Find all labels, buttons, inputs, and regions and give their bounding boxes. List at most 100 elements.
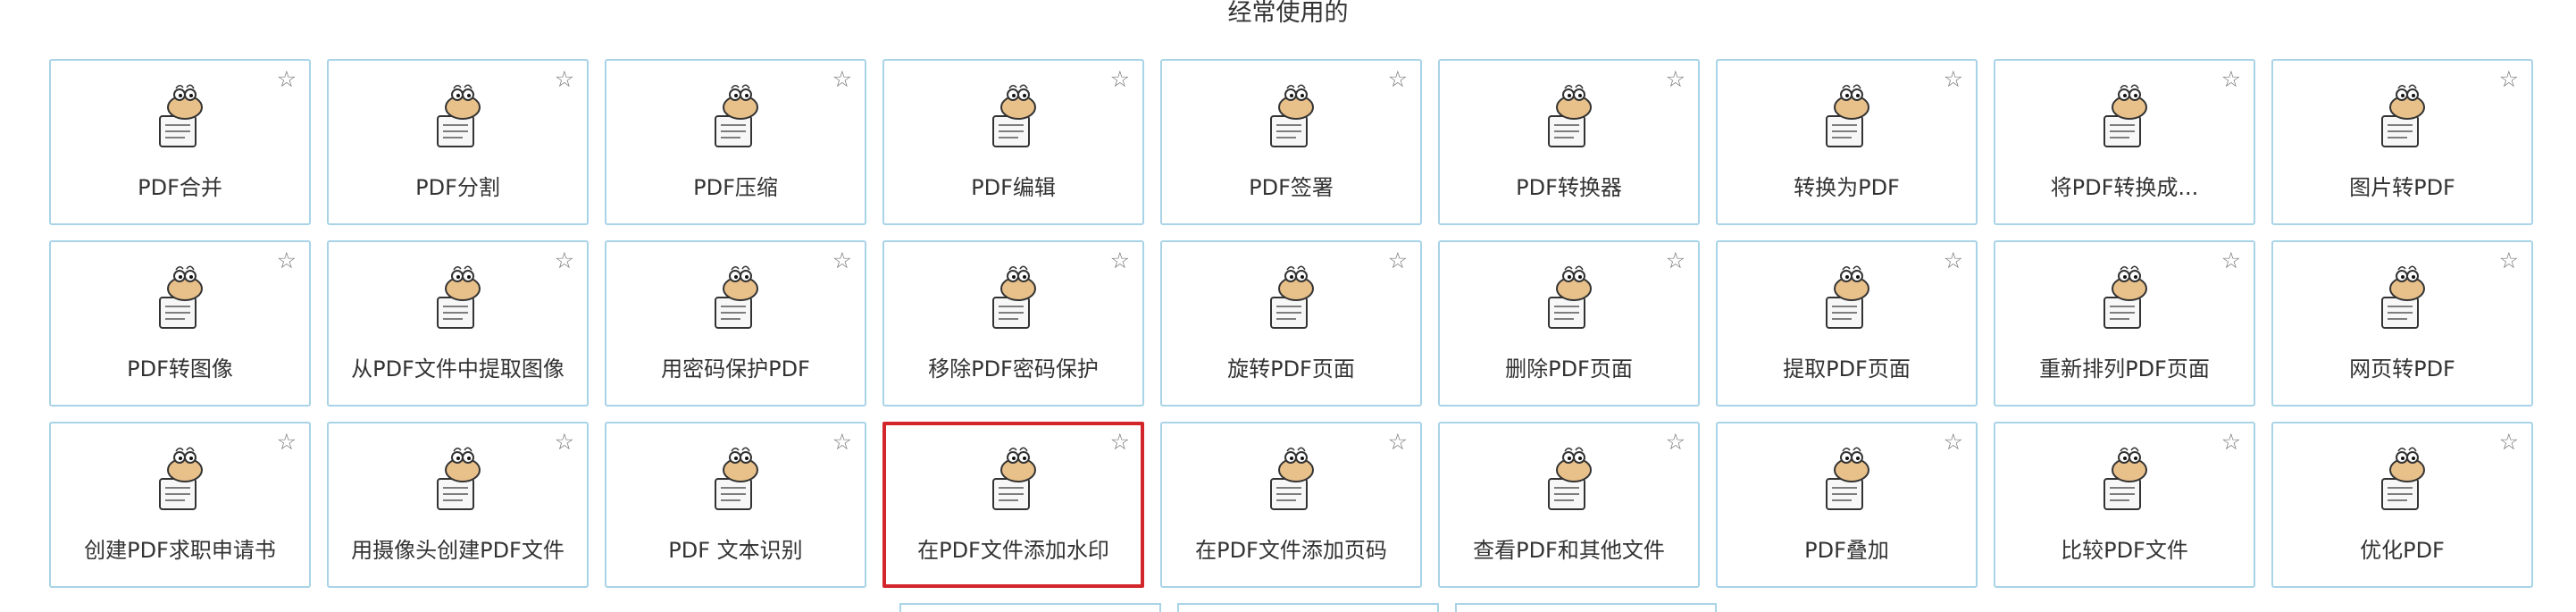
tool-tile[interactable]: ☆ 图片转PDF (2271, 59, 2533, 225)
favorite-star-icon[interactable]: ☆ (1110, 68, 1130, 90)
tool-tile[interactable]: ☆ PDF转换器 (1438, 59, 1700, 225)
favorite-star-icon[interactable]: ☆ (1666, 68, 1685, 90)
tool-tile[interactable]: ☆ 转换为PDF (1716, 59, 1978, 225)
favorite-star-icon[interactable]: ☆ (2221, 431, 2241, 453)
tool-tile-label: 用密码保护PDF (661, 356, 810, 381)
favorite-star-icon[interactable]: ☆ (2499, 68, 2519, 90)
tool-tile-label: 在PDF文件添加页码 (1195, 538, 1387, 563)
converter-icon (1529, 80, 1610, 157)
tool-tile[interactable]: ☆ 创建PDF求职申请书 (49, 422, 311, 588)
image-to-pdf-icon (2363, 80, 2443, 157)
favorite-star-icon[interactable]: ☆ (1388, 68, 1408, 90)
viewer-icon (1529, 443, 1610, 520)
tool-tile[interactable]: ☆ 查看PDF和其他文件 (1438, 422, 1700, 588)
tool-tile-label: PDF压缩 (693, 175, 778, 200)
tool-tile-label: 转换为PDF (1794, 175, 1900, 200)
favorite-star-icon[interactable]: ☆ (555, 249, 574, 272)
section-title: 经常使用的 (1227, 0, 1349, 27)
camera-icon (418, 443, 498, 520)
tool-tile-label: PDF转换器 (1516, 175, 1622, 200)
tool-tile-label: 移除PDF密码保护 (928, 356, 1099, 381)
tool-tile-label: PDF签署 (1249, 175, 1334, 200)
tool-tile[interactable]: ☆ 比较PDF文件 (1994, 422, 2255, 588)
tile-partial[interactable] (1455, 603, 1717, 612)
favorite-star-icon[interactable]: ☆ (2221, 68, 2241, 90)
tool-tile[interactable]: ☆ 移除PDF密码保护 (882, 240, 1144, 407)
favorite-star-icon[interactable]: ☆ (1388, 249, 1408, 272)
unlock-icon (974, 262, 1054, 339)
favorite-star-icon[interactable]: ☆ (1110, 431, 1130, 453)
tool-tile[interactable]: ☆ 重新排列PDF页面 (1994, 240, 2255, 407)
tool-tile-label: 删除PDF页面 (1505, 356, 1633, 381)
tool-tile-label: 在PDF文件添加水印 (917, 538, 1109, 563)
extract-pages-icon (1807, 262, 1887, 339)
favorite-star-icon[interactable]: ☆ (832, 249, 852, 272)
tool-tile-label: PDF合并 (138, 175, 222, 200)
favorite-star-icon[interactable]: ☆ (1110, 249, 1130, 272)
tool-tile-label: 网页转PDF (2349, 356, 2455, 381)
favorite-star-icon[interactable]: ☆ (277, 68, 297, 90)
favorite-star-icon[interactable]: ☆ (555, 431, 574, 453)
tool-tile-label: 从PDF文件中提取图像 (351, 356, 565, 381)
tool-tile-label: PDF 文本识别 (668, 538, 803, 563)
protect-icon (696, 262, 776, 339)
tool-tile-label: 图片转PDF (2349, 175, 2455, 200)
tool-tile-label: 用摄像头创建PDF文件 (351, 538, 565, 563)
favorite-star-icon[interactable]: ☆ (1944, 68, 1963, 90)
favorite-star-icon[interactable]: ☆ (277, 249, 297, 272)
tool-tile[interactable]: ☆ 旋转PDF页面 (1160, 240, 1422, 407)
tile-partial[interactable] (1177, 603, 1439, 612)
watermark-icon (974, 443, 1054, 520)
extract-images-icon (418, 262, 498, 339)
tool-tile-label: 优化PDF (2360, 538, 2445, 563)
merge-icon (140, 80, 221, 157)
tool-tile[interactable]: ☆ PDF 文本识别 (605, 422, 866, 588)
tool-grid: ☆ PDF合并 ☆ PDF分割 ☆ PDF压缩 ☆ PDF编辑 ☆ PDF签署 ☆ (49, 59, 2533, 588)
tool-tile[interactable]: ☆ 用密码保护PDF (605, 240, 866, 407)
favorite-star-icon[interactable]: ☆ (2499, 431, 2519, 453)
favorite-star-icon[interactable]: ☆ (555, 68, 574, 90)
tool-tile[interactable]: ☆ 将PDF转换成... (1994, 59, 2255, 225)
favorite-star-icon[interactable]: ☆ (1944, 249, 1963, 272)
tool-tile[interactable]: ☆ 用摄像头创建PDF文件 (327, 422, 589, 588)
favorite-star-icon[interactable]: ☆ (2499, 249, 2519, 272)
favorite-star-icon[interactable]: ☆ (832, 431, 852, 453)
favorite-star-icon[interactable]: ☆ (1666, 249, 1685, 272)
tool-tile-label: PDF分割 (415, 175, 500, 200)
favorite-star-icon[interactable]: ☆ (2221, 249, 2241, 272)
delete-pages-icon (1529, 262, 1610, 339)
tool-tile[interactable]: ☆ PDF分割 (327, 59, 589, 225)
tool-tile[interactable]: ☆ 在PDF文件添加水印 (882, 422, 1144, 588)
tool-tile-label: 提取PDF页面 (1783, 356, 1911, 381)
tool-tile[interactable]: ☆ 优化PDF (2271, 422, 2533, 588)
reorder-pages-icon (2085, 262, 2165, 339)
compare-icon (2085, 443, 2165, 520)
favorite-star-icon[interactable]: ☆ (832, 68, 852, 90)
tool-tile[interactable]: ☆ 在PDF文件添加页码 (1160, 422, 1422, 588)
tool-tile[interactable]: ☆ 从PDF文件中提取图像 (327, 240, 589, 407)
tile-partial[interactable] (899, 603, 1161, 612)
convert-from-pdf-icon (2085, 80, 2165, 157)
tool-tile-label: PDF转图像 (127, 356, 233, 381)
tool-tile[interactable]: ☆ PDF签署 (1160, 59, 1422, 225)
tool-tile[interactable]: ☆ 提取PDF页面 (1716, 240, 1978, 407)
tool-tile[interactable]: ☆ 网页转PDF (2271, 240, 2533, 407)
favorite-star-icon[interactable]: ☆ (1944, 431, 1963, 453)
favorite-star-icon[interactable]: ☆ (277, 431, 297, 453)
convert-to-pdf-icon (1807, 80, 1887, 157)
tool-tile[interactable]: ☆ PDF合并 (49, 59, 311, 225)
tool-tile[interactable]: ☆ PDF叠加 (1716, 422, 1978, 588)
page-numbers-icon (1251, 443, 1332, 520)
favorite-star-icon[interactable]: ☆ (1388, 431, 1408, 453)
compress-icon (696, 80, 776, 157)
tool-tile[interactable]: ☆ PDF压缩 (605, 59, 866, 225)
tool-tile-label: PDF叠加 (1804, 538, 1889, 563)
tool-tile[interactable]: ☆ 删除PDF页面 (1438, 240, 1700, 407)
tool-tile[interactable]: ☆ PDF编辑 (882, 59, 1144, 225)
sign-icon (1251, 80, 1332, 157)
edit-icon (974, 80, 1054, 157)
tool-tile-label: PDF编辑 (971, 175, 1056, 200)
ocr-icon (696, 443, 776, 520)
tool-tile[interactable]: ☆ PDF转图像 (49, 240, 311, 407)
favorite-star-icon[interactable]: ☆ (1666, 431, 1685, 453)
